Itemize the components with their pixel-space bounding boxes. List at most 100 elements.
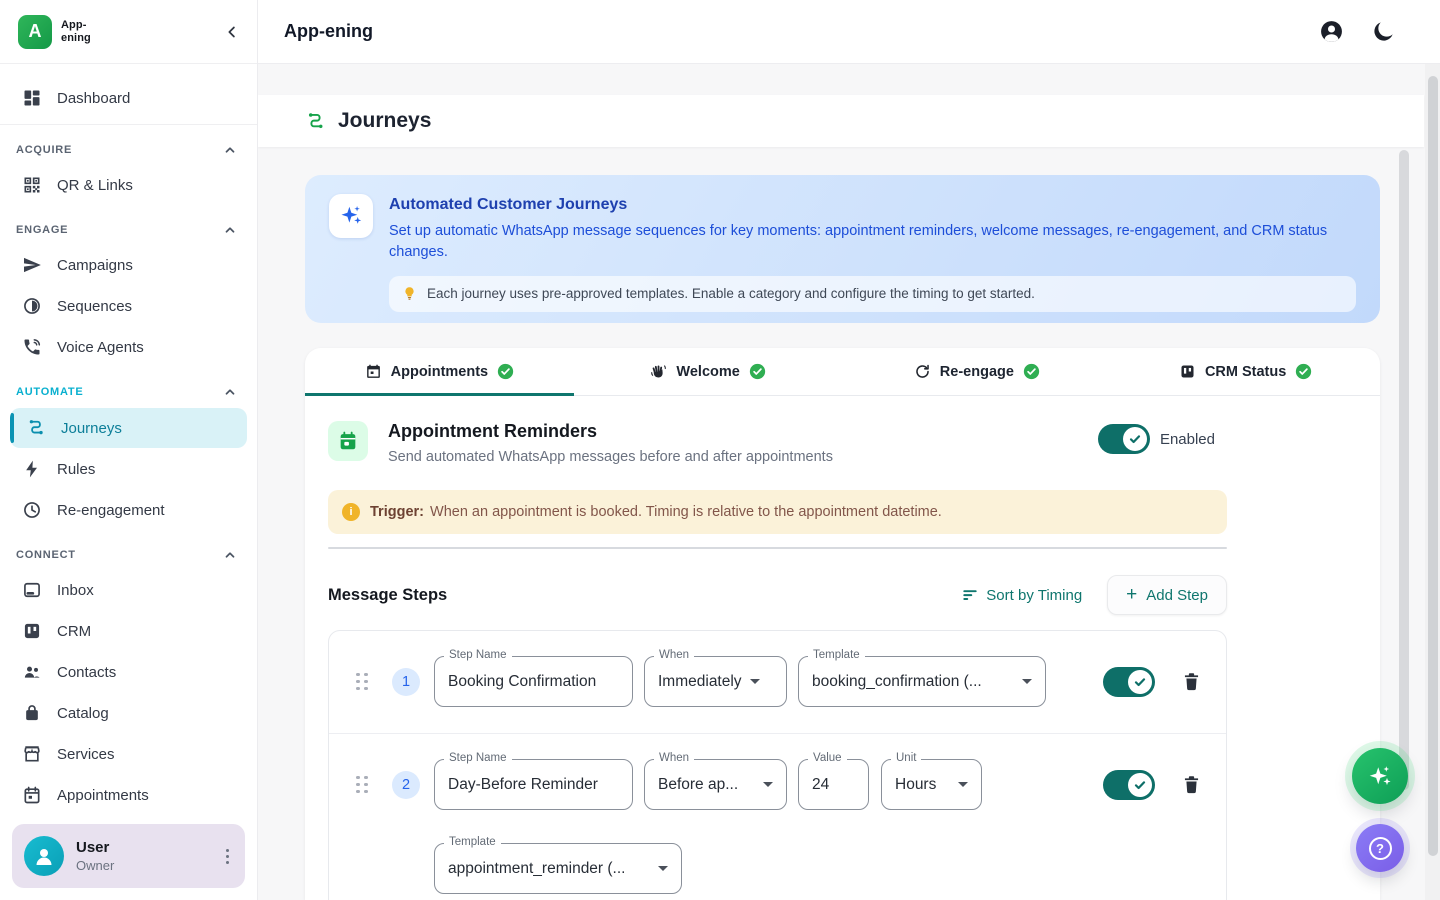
field-label: Unit (891, 752, 921, 764)
template-select[interactable]: Template appointment_reminder (... (434, 843, 682, 894)
add-step-label: Add Step (1146, 587, 1208, 604)
sidebar-section-acquire[interactable]: ACQUIRE (0, 135, 257, 165)
account-icon[interactable] (1319, 19, 1344, 44)
dropdown-caret-icon (958, 782, 968, 787)
sidebar-item-rules[interactable]: Rules (0, 449, 257, 489)
sidebar-section-connect[interactable]: CONNECT (0, 540, 257, 570)
sidebar-item-label: Journeys (61, 420, 122, 437)
sidebar-item-label: Voice Agents (57, 339, 144, 356)
template-select[interactable]: Template booking_confirmation (... (798, 656, 1046, 707)
delete-step-icon[interactable] (1181, 671, 1202, 693)
template-value: booking_confirmation (... (812, 673, 982, 691)
sidebar-item-sequences[interactable]: Sequences (0, 286, 257, 326)
chevron-up-icon (223, 223, 237, 237)
tab-appointments[interactable]: Appointments (305, 348, 574, 395)
sidebar-item-journeys[interactable]: Journeys (10, 408, 247, 448)
drag-handle-icon[interactable] (356, 776, 368, 794)
step-number-badge: 1 (392, 668, 420, 696)
ai-assistant-fab[interactable] (1352, 748, 1408, 804)
sidebar-item-label: Sequences (57, 298, 132, 315)
field-label: Step Name (444, 649, 512, 661)
appointments-panel: Appointment Reminders Send automated Wha… (305, 396, 1215, 900)
sidebar-item-label: Appointments (57, 787, 149, 804)
tab-welcome[interactable]: Welcome (574, 348, 843, 395)
question-mark-icon: ? (1369, 837, 1392, 860)
clock-icon (22, 500, 42, 520)
trigger-label: Trigger: (370, 504, 424, 520)
app-logo-name-bottom: ening (61, 32, 91, 44)
chevron-up-icon (223, 143, 237, 157)
page-body: Automated Customer Journeys Set up autom… (305, 175, 1380, 900)
tab-label: Welcome (676, 364, 739, 380)
sidebar-item-dashboard[interactable]: Dashboard (0, 78, 257, 118)
sidebar-item-services[interactable]: Services (0, 734, 257, 774)
check-badge-icon (1023, 363, 1040, 380)
journeys-info-banner: Automated Customer Journeys Set up autom… (305, 175, 1380, 323)
value-value: 24 (812, 776, 829, 794)
sidebar-item-voice-agents[interactable]: Voice Agents (0, 327, 257, 367)
steps-actions: Sort by Timing + Add Step (962, 575, 1227, 615)
sidebar-section-automate[interactable]: AUTOMATE (0, 377, 257, 407)
user-role: Owner (76, 858, 114, 873)
toggle-knob (1128, 670, 1152, 694)
drag-handle-icon[interactable] (356, 673, 368, 691)
reminders-enabled-toggle[interactable] (1098, 424, 1150, 454)
window-scrollbar-thumb[interactable] (1428, 76, 1438, 856)
add-step-button[interactable]: + Add Step (1107, 575, 1227, 615)
user-menu-icon[interactable] (220, 843, 235, 870)
sidebar-item-contacts[interactable]: Contacts (0, 652, 257, 692)
contrast-circle-icon (22, 296, 42, 316)
sidebar-item-catalog[interactable]: Catalog (0, 693, 257, 733)
when-select[interactable]: When Immediately (644, 656, 787, 707)
sidebar-item-label: Services (57, 746, 115, 763)
field-label: Template (444, 836, 501, 848)
banner-content: Automated Customer Journeys Set up autom… (389, 194, 1356, 304)
sidebar-item-appointments[interactable]: Appointments (0, 775, 257, 812)
dropdown-caret-icon (750, 679, 760, 684)
tab-crm-status[interactable]: CRM Status (1111, 348, 1380, 395)
step-enabled-toggle[interactable] (1103, 770, 1155, 800)
sort-by-timing-button[interactable]: Sort by Timing (962, 587, 1082, 604)
sidebar-item-inbox[interactable]: Inbox (0, 570, 257, 610)
field-label: Value (808, 752, 847, 764)
sidebar-item-reengagement[interactable]: Re-engagement (0, 490, 257, 530)
window-scrollbar-track[interactable] (1425, 64, 1440, 900)
step-name-input[interactable]: Step Name Day-Before Reminder (434, 759, 633, 810)
content-scrollbar-thumb[interactable] (1399, 150, 1409, 790)
step-name-value: Booking Confirmation (448, 673, 596, 691)
chevron-up-icon (223, 548, 237, 562)
value-input[interactable]: Value 24 (798, 759, 869, 810)
top-bar: App-ening (258, 0, 1440, 64)
journey-tabs: Appointments Welcome Re-engage CRM Statu… (305, 348, 1380, 396)
sidebar-item-qr-links[interactable]: QR & Links (0, 165, 257, 205)
step-name-input[interactable]: Step Name Booking Confirmation (434, 656, 633, 707)
inbox-icon (22, 580, 42, 600)
sidebar-section-engage[interactable]: ENGAGE (0, 215, 257, 245)
step-enabled-toggle[interactable] (1103, 667, 1155, 697)
calendar-icon (22, 785, 42, 805)
field-label: Step Name (444, 752, 512, 764)
sidebar-item-label: Contacts (57, 664, 116, 681)
sort-label: Sort by Timing (986, 587, 1082, 604)
dark-mode-moon-icon[interactable] (1371, 19, 1396, 44)
sidebar-item-campaigns[interactable]: Campaigns (0, 245, 257, 285)
tab-reengage[interactable]: Re-engage (843, 348, 1112, 395)
check-badge-icon (497, 363, 514, 380)
journeys-card: Appointments Welcome Re-engage CRM Statu… (305, 348, 1380, 900)
field-label: Template (808, 649, 865, 661)
sidebar-item-label: Inbox (57, 582, 94, 599)
unit-select[interactable]: Unit Hours (881, 759, 982, 810)
user-info: User Owner (76, 839, 114, 873)
sidebar-item-crm[interactable]: CRM (0, 611, 257, 651)
shopping-bag-icon (22, 703, 42, 723)
help-fab[interactable]: ? (1356, 824, 1404, 872)
when-select[interactable]: When Before ap... (644, 759, 787, 810)
step-name-value: Day-Before Reminder (448, 776, 598, 794)
send-icon (22, 255, 42, 275)
kanban-icon (22, 621, 42, 641)
delete-step-icon[interactable] (1181, 774, 1202, 796)
sidebar-collapse-icon[interactable] (223, 23, 241, 41)
toggle-knob (1123, 427, 1147, 451)
lightbulb-icon (402, 286, 417, 301)
reminders-titles: Appointment Reminders Send automated Wha… (388, 421, 833, 465)
